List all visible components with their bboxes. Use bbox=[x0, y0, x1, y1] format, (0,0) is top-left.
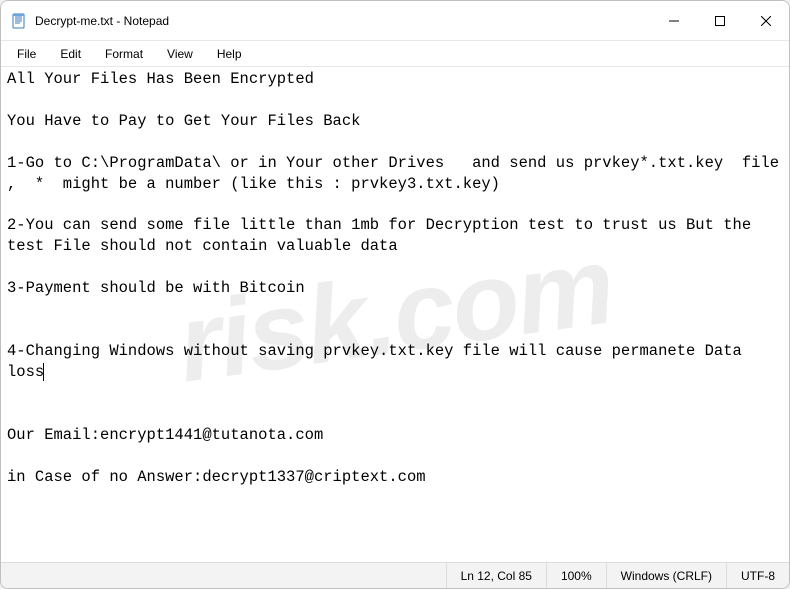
window-title: Decrypt-me.txt - Notepad bbox=[35, 14, 169, 28]
menu-file[interactable]: File bbox=[7, 45, 46, 63]
text-editor[interactable]: All Your Files Has Been Encrypted You Ha… bbox=[1, 67, 789, 562]
titlebar[interactable]: Decrypt-me.txt - Notepad bbox=[1, 1, 789, 41]
status-spacer bbox=[1, 563, 446, 588]
status-encoding: UTF-8 bbox=[726, 563, 789, 588]
status-line-ending: Windows (CRLF) bbox=[606, 563, 726, 588]
menu-help[interactable]: Help bbox=[207, 45, 252, 63]
status-zoom: 100% bbox=[546, 563, 606, 588]
menu-format[interactable]: Format bbox=[95, 45, 153, 63]
close-button[interactable] bbox=[743, 1, 789, 40]
notepad-window: Decrypt-me.txt - Notepad File Edit Forma… bbox=[0, 0, 790, 589]
title-left: Decrypt-me.txt - Notepad bbox=[1, 13, 651, 29]
menubar: File Edit Format View Help bbox=[1, 41, 789, 67]
window-controls bbox=[651, 1, 789, 40]
maximize-button[interactable] bbox=[697, 1, 743, 40]
editor-text-tail: Our Email:encrypt1441@tutanota.com in Ca… bbox=[7, 426, 426, 486]
menu-view[interactable]: View bbox=[157, 45, 203, 63]
status-position: Ln 12, Col 85 bbox=[446, 563, 546, 588]
editor-text-main: All Your Files Has Been Encrypted You Ha… bbox=[7, 70, 788, 381]
content-area: risk.com All Your Files Has Been Encrypt… bbox=[1, 67, 789, 562]
minimize-button[interactable] bbox=[651, 1, 697, 40]
text-cursor bbox=[43, 363, 44, 381]
notepad-icon bbox=[11, 13, 27, 29]
menu-edit[interactable]: Edit bbox=[50, 45, 91, 63]
statusbar: Ln 12, Col 85 100% Windows (CRLF) UTF-8 bbox=[1, 562, 789, 588]
